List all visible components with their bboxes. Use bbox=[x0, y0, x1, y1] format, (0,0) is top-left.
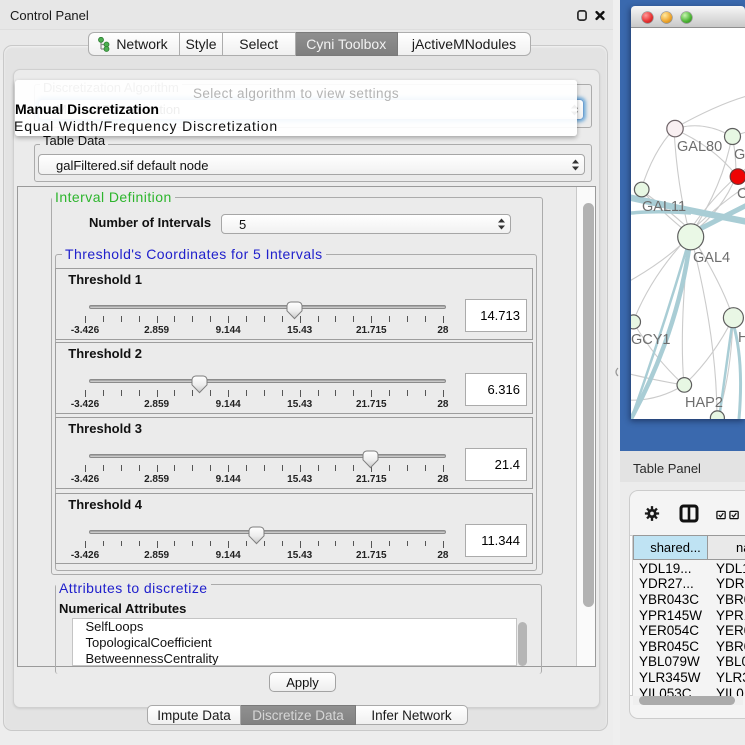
svg-text:GCY1: GCY1 bbox=[631, 332, 671, 348]
svg-text:GA: GA bbox=[734, 147, 745, 163]
svg-text:H: H bbox=[738, 330, 745, 346]
svg-text:C: C bbox=[737, 186, 745, 202]
svg-text:GAL80: GAL80 bbox=[677, 139, 722, 155]
svg-text:GAL4: GAL4 bbox=[693, 250, 730, 266]
svg-text:HAP2: HAP2 bbox=[685, 395, 723, 411]
svg-text:GAL11: GAL11 bbox=[642, 199, 686, 215]
